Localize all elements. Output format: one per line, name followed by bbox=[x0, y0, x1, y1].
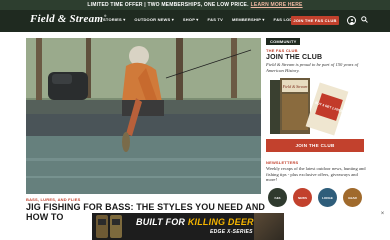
promo-text: LIMITED TIME OFFER | TWO MEMBERSHIPS, ON… bbox=[87, 2, 249, 8]
ad-headline: BUILT FOR KILLING DEER bbox=[136, 217, 254, 227]
hero-photo-illustration bbox=[26, 38, 261, 194]
join-the-club-button[interactable]: JOIN THE CLUB bbox=[266, 139, 364, 152]
newsletter-description: Weekly recaps of the latest outdoor news… bbox=[266, 166, 366, 182]
club-title: JOIN THE CLUB bbox=[266, 54, 323, 61]
nav-item-outdoor-news[interactable]: OUTDOOR NEWS bbox=[134, 17, 174, 22]
close-icon[interactable]: × bbox=[379, 211, 386, 218]
nav-item-shop[interactable]: SHOP bbox=[183, 17, 199, 22]
community-tag: COMMUNITY bbox=[266, 38, 301, 45]
club-description: Field & Stream is proud to be part of 15… bbox=[266, 62, 359, 73]
promo-learn-more-link[interactable]: LEARN MORE HERE bbox=[251, 2, 303, 8]
promo-bar: LIMITED TIME OFFER | TWO MEMBERSHIPS, ON… bbox=[0, 0, 390, 10]
user-icon[interactable] bbox=[347, 16, 356, 25]
nav-item-stories[interactable]: STORIES bbox=[103, 17, 125, 22]
search-icon[interactable] bbox=[361, 16, 368, 23]
hero-image bbox=[26, 38, 261, 194]
advertisement-banner[interactable]: BUILT FOR KILLING DEER EDGE X-SERIES bbox=[92, 213, 284, 240]
ad-product-image-1 bbox=[96, 215, 108, 238]
club-label: THE F&S CLUB bbox=[266, 48, 298, 53]
newsletter-badge-news[interactable]: NEWS bbox=[293, 188, 312, 207]
ad-product-image-2 bbox=[110, 215, 122, 238]
magazine-cover-title: Field & Stream bbox=[282, 84, 308, 89]
newsletter-badge-gear[interactable]: GEAR bbox=[343, 188, 362, 207]
newsletter-badges: F&S NEWS LODGE GEAR bbox=[268, 188, 362, 207]
newsletter-badge-lodge[interactable]: LODGE bbox=[318, 188, 337, 207]
magazine-covers-image: Field & Stream BUY 3 GET 1 FREE bbox=[270, 78, 349, 136]
ad-headline-accent: KILLING DEER bbox=[187, 217, 254, 227]
site-logo[interactable]: Field & Stream® bbox=[30, 13, 107, 25]
ad-deer-image bbox=[254, 213, 284, 240]
newsletter-tag: NEWSLETTERS bbox=[266, 160, 299, 165]
nav-item-fs-tv[interactable]: F&S TV bbox=[208, 17, 223, 22]
nav-item-membership[interactable]: MEMBERSHIP bbox=[232, 17, 265, 22]
join-club-header-button[interactable]: JOIN THE F&S CLUB bbox=[291, 16, 339, 25]
ad-subline: EDGE X-SERIES bbox=[210, 229, 253, 235]
main-nav: STORIES OUTDOOR NEWS SHOP F&S TV MEMBERS… bbox=[103, 17, 305, 22]
newsletter-badge-fs[interactable]: F&S bbox=[268, 188, 287, 207]
